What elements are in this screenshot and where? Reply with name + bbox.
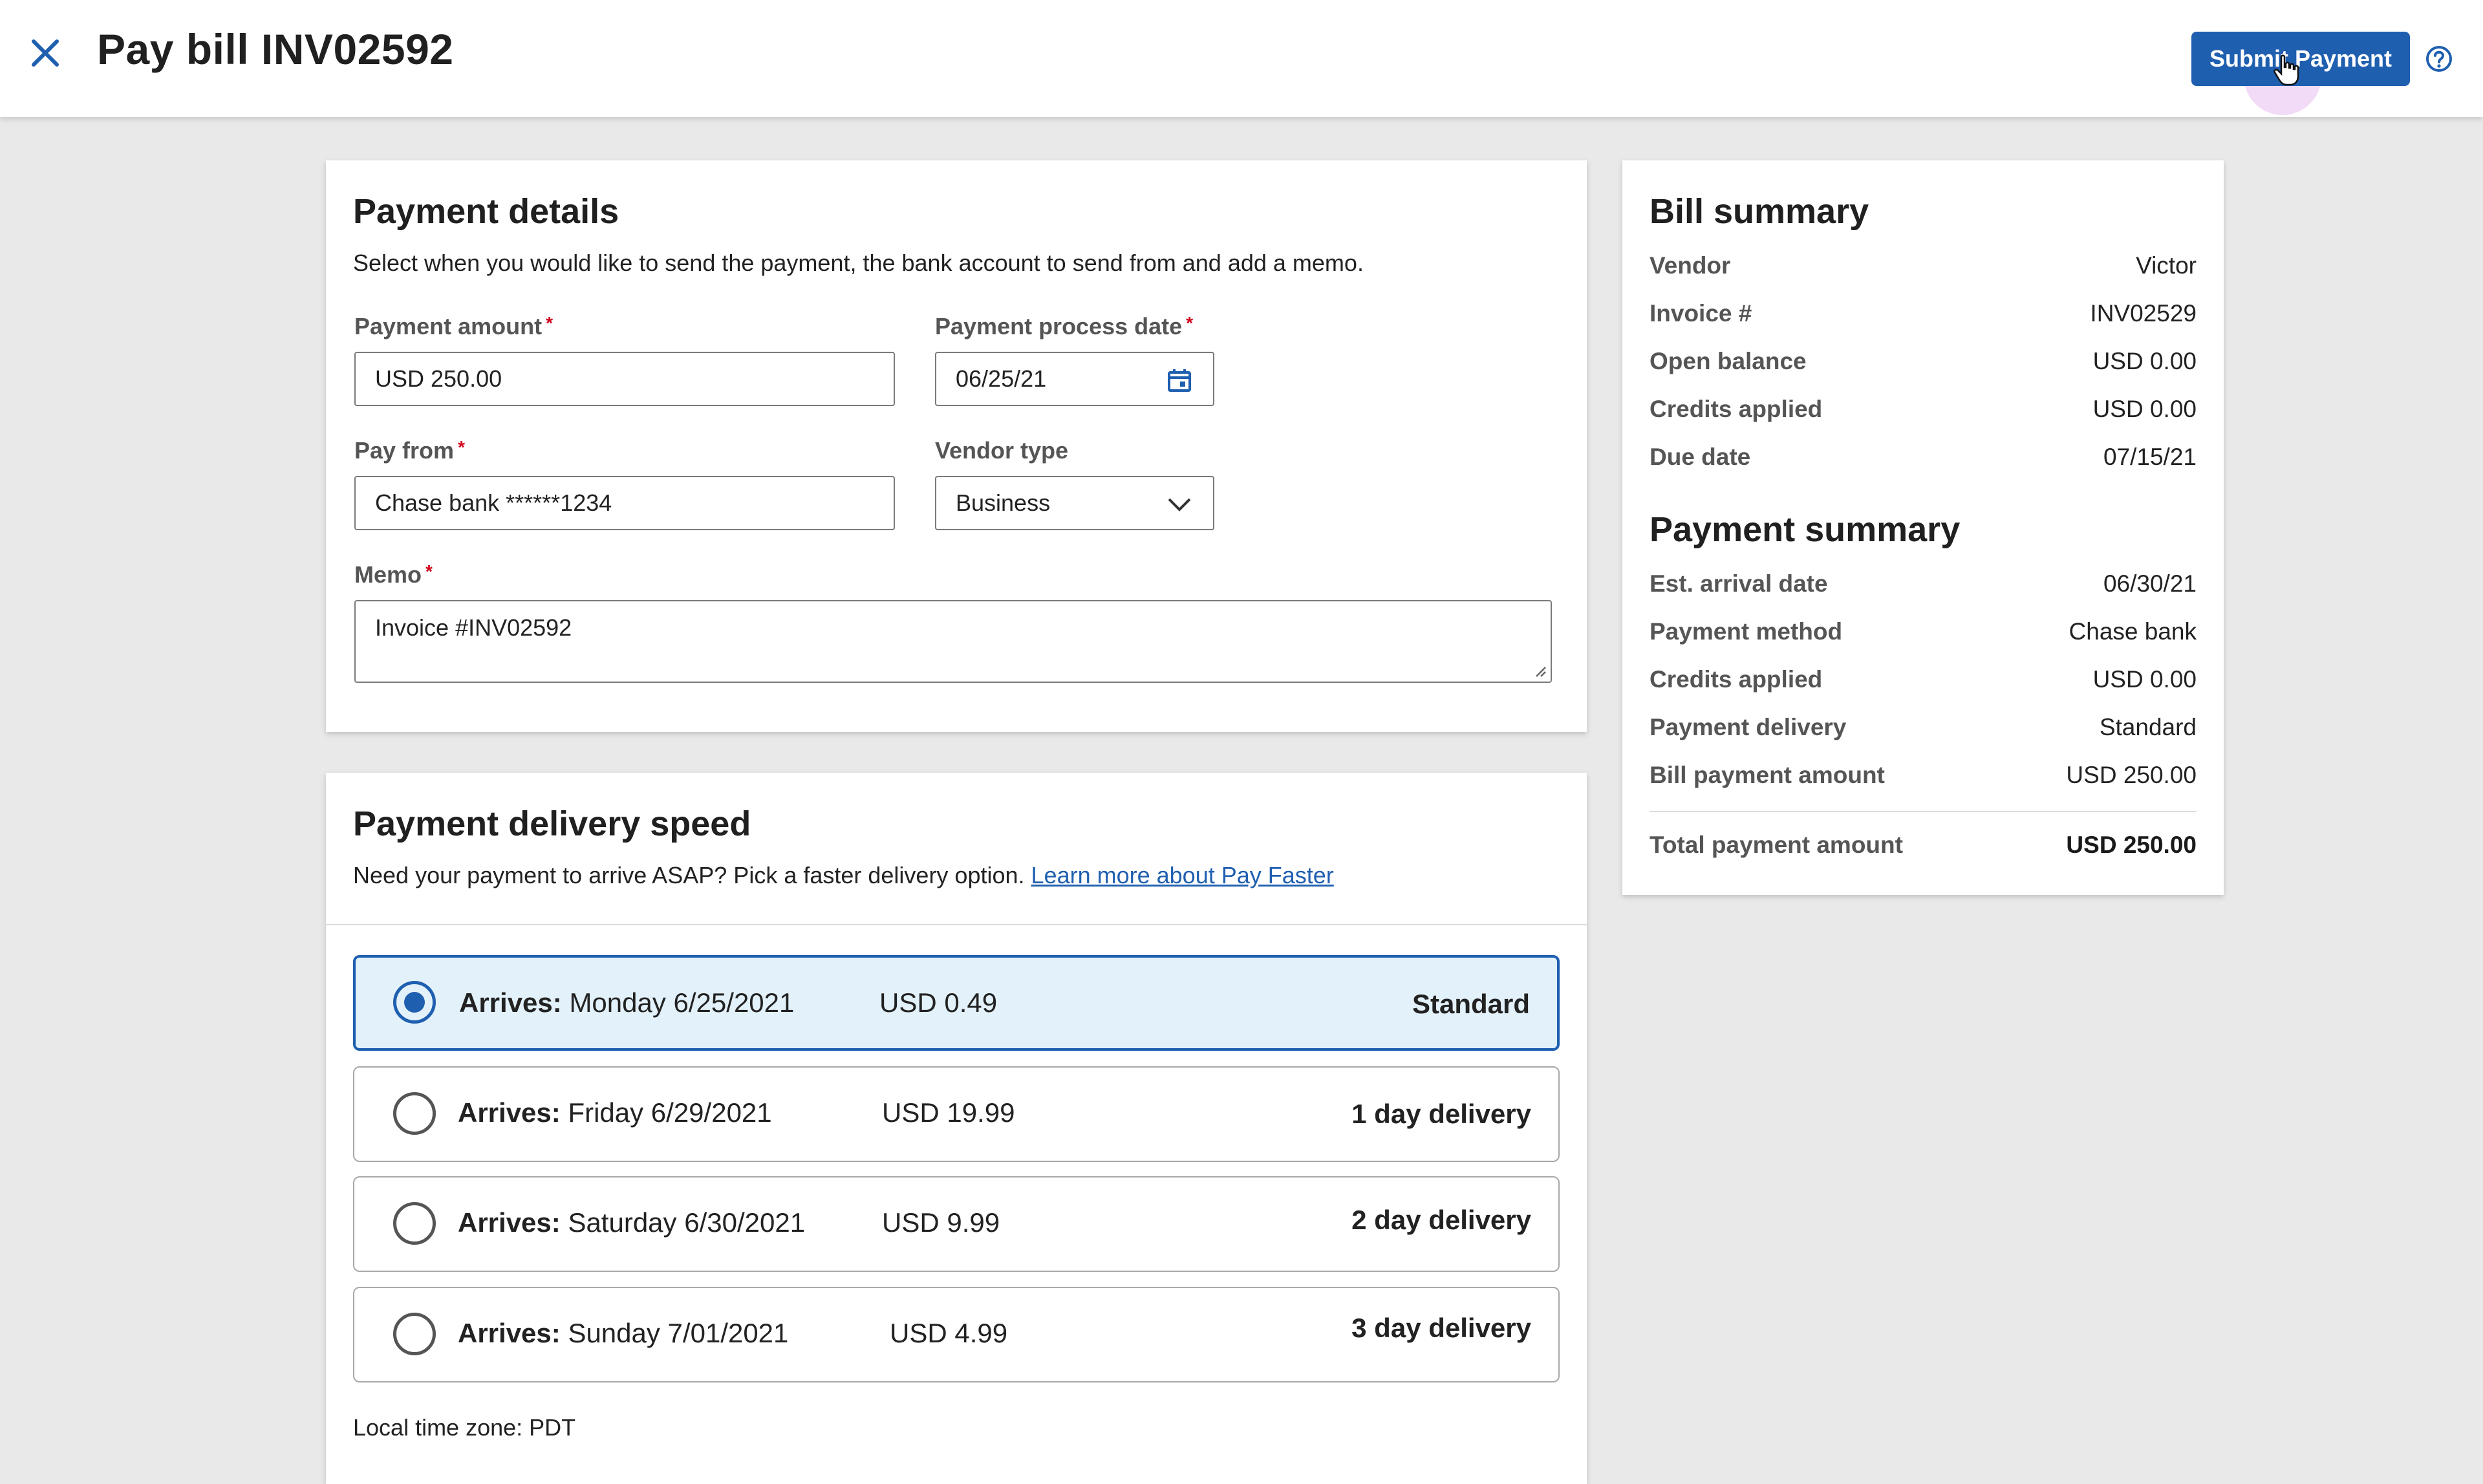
required-asterisk: *	[425, 561, 433, 581]
summary-divider	[1650, 811, 2197, 812]
summary-row-bill-amount: Bill payment amount USD 250.00	[1650, 762, 2197, 788]
chevron-down-icon	[1168, 498, 1191, 511]
radio-button[interactable]	[393, 1202, 436, 1245]
payment-amount-value: USD 250.00	[375, 365, 502, 392]
close-icon	[32, 39, 59, 67]
summary-row-open-balance: Open balance USD 0.00	[1650, 348, 2197, 374]
top-bar: Pay bill INV02592 Submit Payment	[0, 0, 2483, 117]
required-asterisk: *	[1186, 313, 1194, 333]
bill-summary-card: Bill summary Vendor Victor Invoice # INV02…	[1622, 160, 2224, 895]
payment-delivery-title: Payment delivery speed	[353, 804, 751, 843]
hand-cursor-icon	[2273, 54, 2299, 86]
payment-amount-input[interactable]: USD 250.00	[354, 352, 895, 406]
arrival-date: Arrives: Saturday 6/30/2021	[458, 1207, 806, 1238]
resize-handle-icon[interactable]	[1532, 663, 1547, 678]
summary-row-total: Total payment amount USD 250.00	[1650, 832, 2197, 858]
summary-row-due-date: Due date 07/15/21	[1650, 444, 2197, 470]
payment-date-label: Payment process date *	[935, 313, 1194, 339]
help-icon	[2426, 46, 2452, 72]
bill-summary-title: Bill summary	[1650, 192, 1869, 231]
vendor-type-label: Vendor type	[935, 437, 1069, 464]
pay-from-value: Chase bank ******1234	[375, 489, 612, 516]
summary-row-payment-method: Payment method Chase bank	[1650, 618, 2197, 645]
required-asterisk: *	[458, 437, 465, 457]
memo-value: Invoice #INV02592	[375, 614, 572, 641]
payment-details-card: Payment details Select when you would li…	[326, 160, 1587, 732]
required-asterisk: *	[546, 313, 553, 333]
summary-row-credits: Credits applied USD 0.00	[1650, 396, 2197, 422]
submit-payment-button[interactable]: Submit Payment	[2191, 32, 2410, 86]
pay-from-input[interactable]: Chase bank ******1234	[354, 476, 895, 530]
radio-button[interactable]	[393, 1313, 436, 1355]
delivery-price: USD 19.99	[882, 1097, 1015, 1128]
delivery-speed: Standard	[1412, 989, 1530, 1019]
payment-delivery-subtitle: Need your payment to arrive ASAP? Pick a…	[353, 862, 1334, 888]
delivery-price: USD 9.99	[882, 1207, 1000, 1238]
memo-textarea[interactable]: Invoice #INV02592	[354, 600, 1552, 683]
vendor-type-select[interactable]: Business	[935, 476, 1214, 530]
summary-row-arrival-date: Est. arrival date 06/30/21	[1650, 570, 2197, 597]
divider	[326, 924, 1587, 925]
payment-date-input[interactable]: 06/25/21	[935, 352, 1214, 406]
delivery-speed: 2 day delivery	[1351, 1205, 1531, 1235]
summary-row-payment-delivery: Payment delivery Standard	[1650, 714, 2197, 740]
delivery-price: USD 0.49	[879, 987, 998, 1018]
vendor-type-value: Business	[956, 489, 1051, 516]
radio-selected-dot	[404, 992, 425, 1013]
calendar-icon[interactable]	[1166, 367, 1192, 393]
help-button[interactable]	[2425, 45, 2453, 76]
payment-details-title: Payment details	[353, 192, 619, 231]
payment-date-value: 06/25/21	[956, 365, 1047, 392]
arrival-date: Arrives: Monday 6/25/2021	[459, 987, 795, 1018]
summary-row-invoice: Invoice # INV02529	[1650, 300, 2197, 327]
delivery-option-1-day[interactable]: Arrives: Friday 6/29/2021 USD 19.99 1 da…	[353, 1066, 1560, 1162]
delivery-price: USD 4.99	[890, 1318, 1008, 1348]
pay-from-label: Pay from *	[354, 437, 465, 464]
payment-details-subtitle: Select when you would like to send the p…	[353, 250, 1364, 276]
arrival-date: Arrives: Sunday 7/01/2021	[458, 1318, 789, 1348]
payment-summary-title: Payment summary	[1650, 510, 1961, 549]
learn-more-link[interactable]: Learn more about Pay Faster	[1031, 862, 1334, 888]
delivery-option-2-day[interactable]: Arrives: Saturday 6/30/2021 USD 9.99 2 d…	[353, 1176, 1560, 1272]
summary-row-vendor: Vendor Victor	[1650, 252, 2197, 279]
summary-row-credits-applied: Credits applied USD 0.00	[1650, 666, 2197, 693]
delivery-option-3-day[interactable]: Arrives: Sunday 7/01/2021 USD 4.99 3 day…	[353, 1287, 1560, 1382]
close-button[interactable]	[23, 30, 67, 76]
delivery-speed: 3 day delivery	[1351, 1313, 1531, 1343]
delivery-speed: 1 day delivery	[1351, 1099, 1531, 1129]
memo-label: Memo *	[354, 561, 433, 588]
payment-delivery-card: Payment delivery speed Need your payment…	[326, 773, 1587, 1484]
radio-button[interactable]	[393, 1092, 436, 1135]
radio-button[interactable]	[393, 981, 436, 1024]
arrival-date: Arrives: Friday 6/29/2021	[458, 1097, 772, 1128]
payment-amount-label: Payment amount *	[354, 313, 553, 339]
delivery-option-standard[interactable]: Arrives: Monday 6/25/2021 USD 0.49 Stand…	[353, 955, 1560, 1051]
timezone-note: Local time zone: PDT	[353, 1414, 576, 1441]
page-title: Pay bill INV02592	[97, 25, 454, 73]
